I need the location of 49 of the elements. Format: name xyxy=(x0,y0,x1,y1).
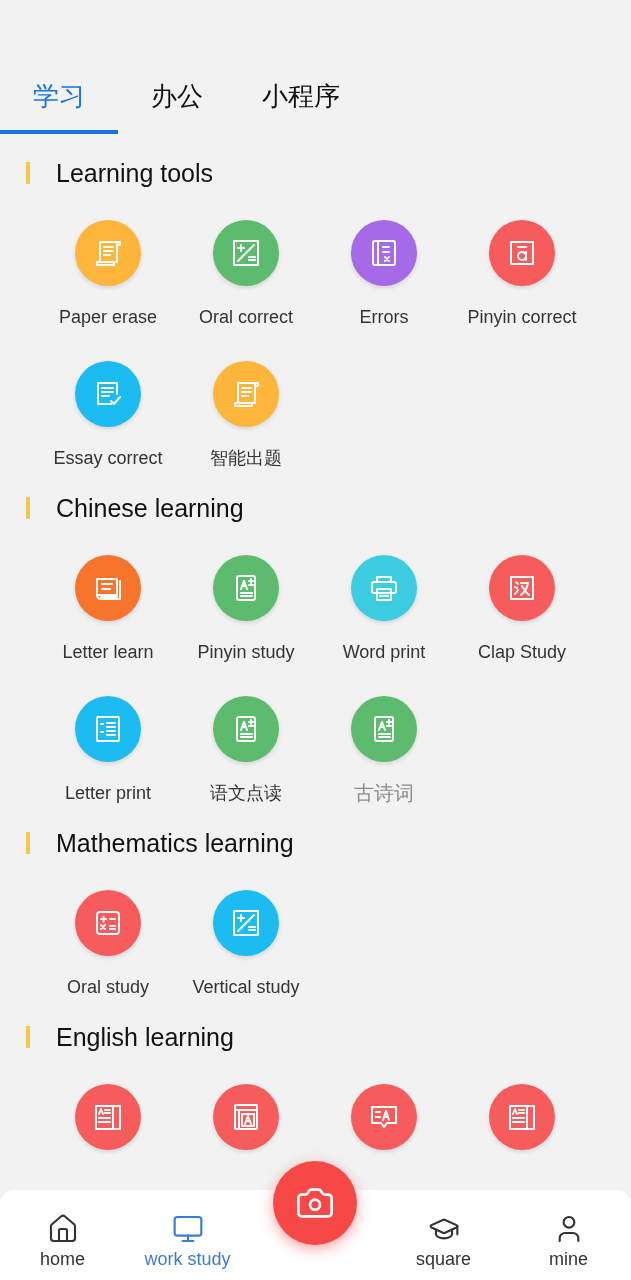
scroll-icon[interactable] xyxy=(75,220,141,286)
tool-label[interactable]: Word print xyxy=(342,641,426,663)
tool-label[interactable]: Pinyin study xyxy=(197,641,295,663)
document-check-icon[interactable] xyxy=(75,361,141,427)
list-icon[interactable] xyxy=(75,696,141,762)
tool-label[interactable]: 语文点读 xyxy=(210,782,282,804)
nav-item[interactable]: home xyxy=(0,1213,125,1270)
section-title: English learning xyxy=(56,1022,234,1052)
word-book-icon[interactable] xyxy=(213,1084,279,1150)
tool-label[interactable]: Oral correct xyxy=(199,306,293,328)
nav-label: mine xyxy=(549,1249,588,1270)
tool-label[interactable]: 智能出题 xyxy=(210,447,282,469)
math-icon[interactable] xyxy=(213,890,279,956)
arithmetic-icon[interactable] xyxy=(75,890,141,956)
document-icon[interactable] xyxy=(213,555,279,621)
nav-label: square xyxy=(415,1249,471,1270)
tool-label[interactable]: Letter print xyxy=(64,782,151,804)
nav-label: work study xyxy=(144,1249,231,1270)
tool-label[interactable]: Paper erase xyxy=(58,306,158,328)
tool-label[interactable]: Errors xyxy=(359,306,409,328)
reading-icon[interactable] xyxy=(489,1084,555,1150)
scroll-icon[interactable] xyxy=(213,361,279,427)
printer-icon[interactable] xyxy=(351,555,417,621)
section-title: Chinese learning xyxy=(56,493,244,523)
math-icon[interactable] xyxy=(213,220,279,286)
letter-card-icon[interactable] xyxy=(489,220,555,286)
nav-item[interactable]: square xyxy=(381,1213,506,1270)
camera-button[interactable] xyxy=(273,1161,357,1245)
tool-label[interactable]: Essay correct xyxy=(53,447,163,469)
reading-icon[interactable] xyxy=(75,1084,141,1150)
tool-label[interactable]: Oral study xyxy=(67,976,149,998)
nav-item[interactable]: mine xyxy=(506,1213,631,1270)
notebook-icon[interactable] xyxy=(351,220,417,286)
tab[interactable]: 办公 xyxy=(118,70,236,134)
section-title: Learning tools xyxy=(56,158,214,188)
tool-label[interactable]: Vertical study xyxy=(192,976,300,998)
speech-bubble-icon[interactable] xyxy=(351,1084,417,1150)
nav-label: home xyxy=(40,1249,85,1270)
tool-label[interactable]: Clap Study xyxy=(477,641,567,663)
tab[interactable]: 小程序 xyxy=(236,70,366,134)
tab[interactable]: 学习 xyxy=(0,70,118,134)
character-card-icon[interactable] xyxy=(489,555,555,621)
document-icon[interactable] xyxy=(213,696,279,762)
tool-label[interactable]: Letter learn xyxy=(62,641,154,663)
nav-item[interactable]: work study xyxy=(125,1213,250,1270)
monitor-icon xyxy=(171,1213,204,1245)
section-title: Mathematics learning xyxy=(56,828,294,858)
tool-label[interactable]: Pinyin correct xyxy=(467,306,577,328)
book-icon[interactable] xyxy=(75,555,141,621)
